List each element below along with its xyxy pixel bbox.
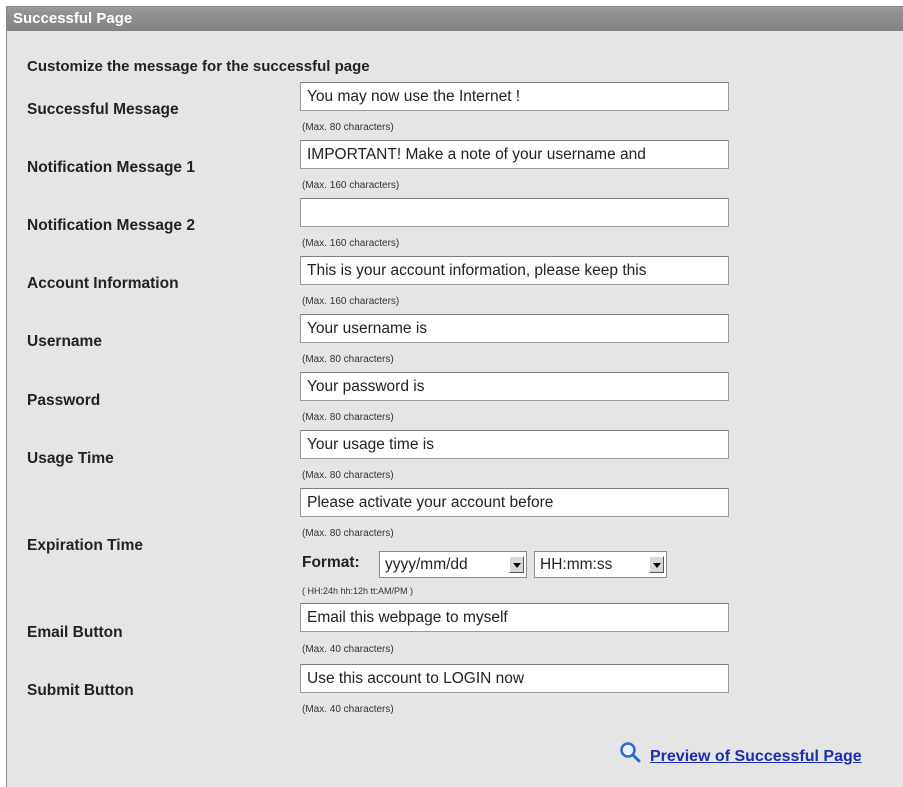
notification-message-1-input[interactable] bbox=[300, 140, 729, 169]
chevron-down-icon[interactable] bbox=[649, 556, 664, 573]
notification-message-2-input[interactable] bbox=[300, 198, 729, 227]
date-format-value: yyyy/mm/dd bbox=[385, 556, 468, 573]
password-hint: (Max. 80 characters) bbox=[302, 412, 394, 423]
intro-text: Customize the message for the successful… bbox=[27, 58, 370, 75]
notification-message-2-hint: (Max. 160 characters) bbox=[302, 238, 400, 249]
expiration-time-label: Expiration Time bbox=[27, 537, 143, 554]
usage-time-hint: (Max. 80 characters) bbox=[302, 470, 394, 481]
notification-message-1-hint: (Max. 160 characters) bbox=[302, 180, 400, 191]
successful-message-input[interactable] bbox=[300, 82, 729, 111]
panel-title: Successful Page bbox=[7, 7, 903, 31]
notification-message-1-label: Notification Message 1 bbox=[27, 159, 195, 176]
account-information-hint: (Max. 160 characters) bbox=[302, 296, 400, 307]
expiration-time-hint: (Max. 80 characters) bbox=[302, 528, 394, 539]
successful-message-hint: (Max. 80 characters) bbox=[302, 122, 394, 133]
preview-successful-page-link[interactable]: Preview of Successful Page bbox=[650, 748, 862, 766]
submit-button-hint: (Max. 40 characters) bbox=[302, 704, 394, 715]
usage-time-input[interactable] bbox=[300, 430, 729, 459]
date-format-select[interactable]: yyyy/mm/dd bbox=[379, 551, 527, 578]
email-button-input[interactable] bbox=[300, 603, 729, 632]
chevron-down-icon[interactable] bbox=[509, 556, 524, 573]
password-label: Password bbox=[27, 392, 101, 409]
password-input[interactable] bbox=[300, 372, 729, 401]
account-information-label: Account Information bbox=[27, 275, 179, 292]
expiration-time-input[interactable] bbox=[300, 488, 729, 517]
username-label: Username bbox=[27, 333, 102, 350]
account-information-input[interactable] bbox=[300, 256, 729, 285]
successful-message-label: Successful Message bbox=[27, 101, 179, 118]
username-hint: (Max. 80 characters) bbox=[302, 354, 394, 365]
email-button-label: Email Button bbox=[27, 624, 123, 641]
email-button-hint: (Max. 40 characters) bbox=[302, 644, 394, 655]
username-input[interactable] bbox=[300, 314, 729, 343]
format-label: Format: bbox=[302, 554, 360, 571]
notification-message-2-label: Notification Message 2 bbox=[27, 217, 195, 234]
time-format-hint: ( HH:24h hh:12h tt:AM/PM ) bbox=[302, 586, 414, 596]
time-format-value: HH:mm:ss bbox=[540, 556, 613, 573]
time-format-select[interactable]: HH:mm:ss bbox=[534, 551, 667, 578]
submit-button-label: Submit Button bbox=[27, 682, 134, 699]
magnifier-icon[interactable] bbox=[618, 740, 642, 764]
usage-time-label: Usage Time bbox=[27, 450, 114, 467]
submit-button-input[interactable] bbox=[300, 664, 729, 693]
